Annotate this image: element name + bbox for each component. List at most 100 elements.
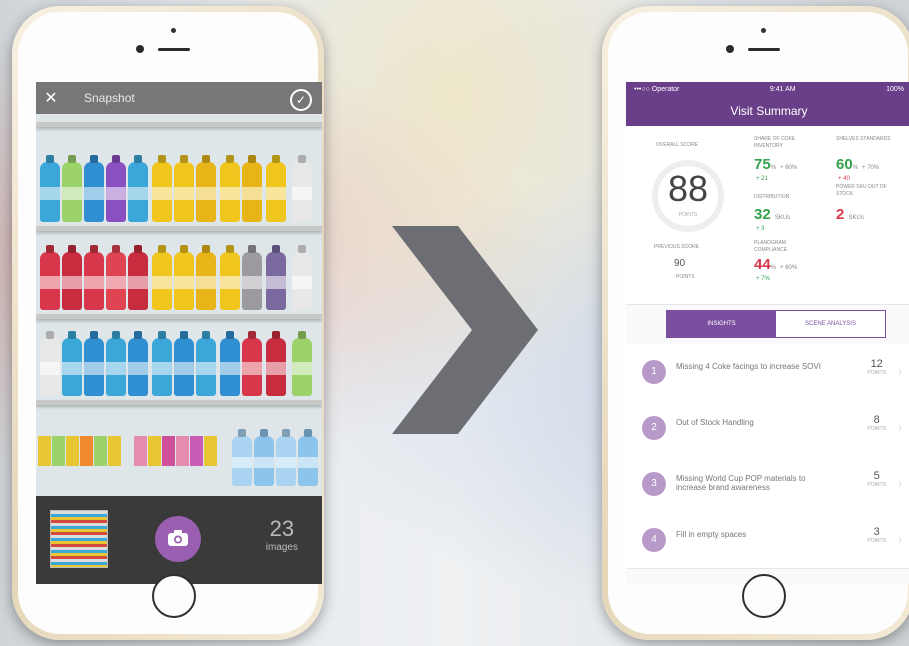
page-title: Visit Summary [626,96,909,126]
chevron-right-icon: › [898,422,902,433]
bottle [242,162,262,222]
share-of-shelf-value: 75 [754,156,771,173]
chevron-right-icon: › [898,534,902,545]
bottle [106,338,126,396]
insight-points-value: 3 [873,526,880,538]
previous-score-label: PREVIOUS SCORE [654,244,700,250]
tab-scene-analysis[interactable]: SCENE ANALYSIS [776,311,885,337]
summary-screen: •••○○ Operator 9:41 AM 100% Visit Summar… [626,82,909,584]
insight-text: Fill in empty spaces [676,530,747,539]
right-phone: •••○○ Operator 9:41 AM 100% Visit Summar… [602,6,909,640]
carton [38,436,51,466]
planogram-delta: + 7% [756,276,770,282]
shelf [36,226,322,231]
bottle [220,162,240,222]
bottle [196,252,216,310]
last-photo-thumbnail[interactable] [50,510,108,568]
shelves-standards-unit: % [852,165,859,171]
tab-insights[interactable]: INSIGHTS [667,311,776,337]
bottle [276,436,296,486]
insight-item[interactable]: 2 Out of Stock Handling 8 POINTS › [626,400,909,457]
next-arrow-icon [392,226,538,434]
distribution-value: 32 [754,206,771,223]
carton [134,436,147,466]
bottle [84,162,104,222]
share-of-shelf-label: SHARE OF COKE INVENTORY [754,136,796,149]
bottle [266,252,286,310]
bottle [220,252,240,310]
insight-points-unit: POINTS [867,426,886,432]
close-icon[interactable]: ✕ [36,88,66,108]
planogram-label: PLANOGRAM COMPLIANCE [754,240,788,253]
insight-text: Missing 4 Coke facings to increase SOVI [676,362,821,371]
summary-tabs: INSIGHTS SCENE ANALYSIS [666,310,886,338]
carton [190,436,203,466]
bottle [174,338,194,396]
home-button[interactable] [742,574,786,618]
shelves-standards-target: + 70% [862,165,880,171]
bottle [174,252,194,310]
bottle [40,252,60,310]
power-sku-label: POWER SKU OUT OF STOCK [836,184,887,197]
power-sku-unit: SKUs [848,215,864,221]
bottle [266,162,286,222]
camera-controls: 23 images [36,496,322,584]
bottle [152,338,172,396]
shelves-standards-metric: 60% + 70% [836,156,879,173]
shelf [36,400,322,405]
bottle [40,338,60,396]
bottle [232,436,252,486]
bottle [128,162,148,222]
score-panel: OVERALL SCORE 88 POINTS PREVIOUS SCORE 9… [626,126,909,305]
bottle [196,162,216,222]
insight-number: 4 [642,528,666,552]
shelf [36,122,322,127]
bottle [196,338,216,396]
shelf [36,314,322,319]
insight-item[interactable]: 1 Missing 4 Coke facings to increase SOV… [626,344,909,401]
bottle [242,252,262,310]
insight-points-unit: POINTS [867,482,886,488]
bottle [292,162,312,222]
carton [162,436,175,466]
shutter-button[interactable] [155,516,201,562]
insight-text: Out of Stock Handling [676,418,754,427]
bottle [242,338,262,396]
image-count: 23 [269,516,295,541]
insight-points-unit: POINTS [867,370,886,376]
bottle [292,252,312,310]
earpiece-speaker [748,48,780,51]
distribution-unit: SKUs [774,215,791,221]
bottle [254,436,274,486]
battery-label: 100% [886,85,904,93]
insight-points: 5 POINTS [867,470,886,488]
insight-points-value: 12 [870,358,883,370]
phone-face: •••○○ Operator 9:41 AM 100% Visit Summar… [608,12,909,634]
carrier-label: •••○○ Operator [634,85,680,93]
bottle [298,436,318,486]
insight-item[interactable]: 3 Missing World Cup POP materials to inc… [626,456,909,513]
carton [80,436,93,466]
power-sku-value: 2 [836,206,845,223]
bottle [152,252,172,310]
carton [176,436,189,466]
confirm-check-icon[interactable]: ✓ [290,89,312,111]
insight-points: 12 POINTS [867,358,886,376]
bottle [62,162,82,222]
power-sku-metric: 2 SKUs [836,206,864,223]
insight-item[interactable]: 4 Fill in empty spaces 3 POINTS › [626,512,909,569]
home-button[interactable] [152,574,196,618]
camera-screen: ✕ Snapshot ✓ 23 images [36,82,322,584]
bottle [84,338,104,396]
share-of-shelf-target: + 60% [780,165,798,171]
left-phone: ✕ Snapshot ✓ 23 images [12,6,324,640]
insight-points: 3 POINTS [867,526,886,544]
shelves-standards-value: 60 [836,156,853,173]
bottle [106,252,126,310]
bottle [174,162,194,222]
bottle [292,338,312,396]
carton [108,436,121,466]
chevron-right-icon: › [898,366,902,377]
planogram-metric: 44% + 60% [754,256,797,273]
camera-title: Snapshot [84,91,135,105]
